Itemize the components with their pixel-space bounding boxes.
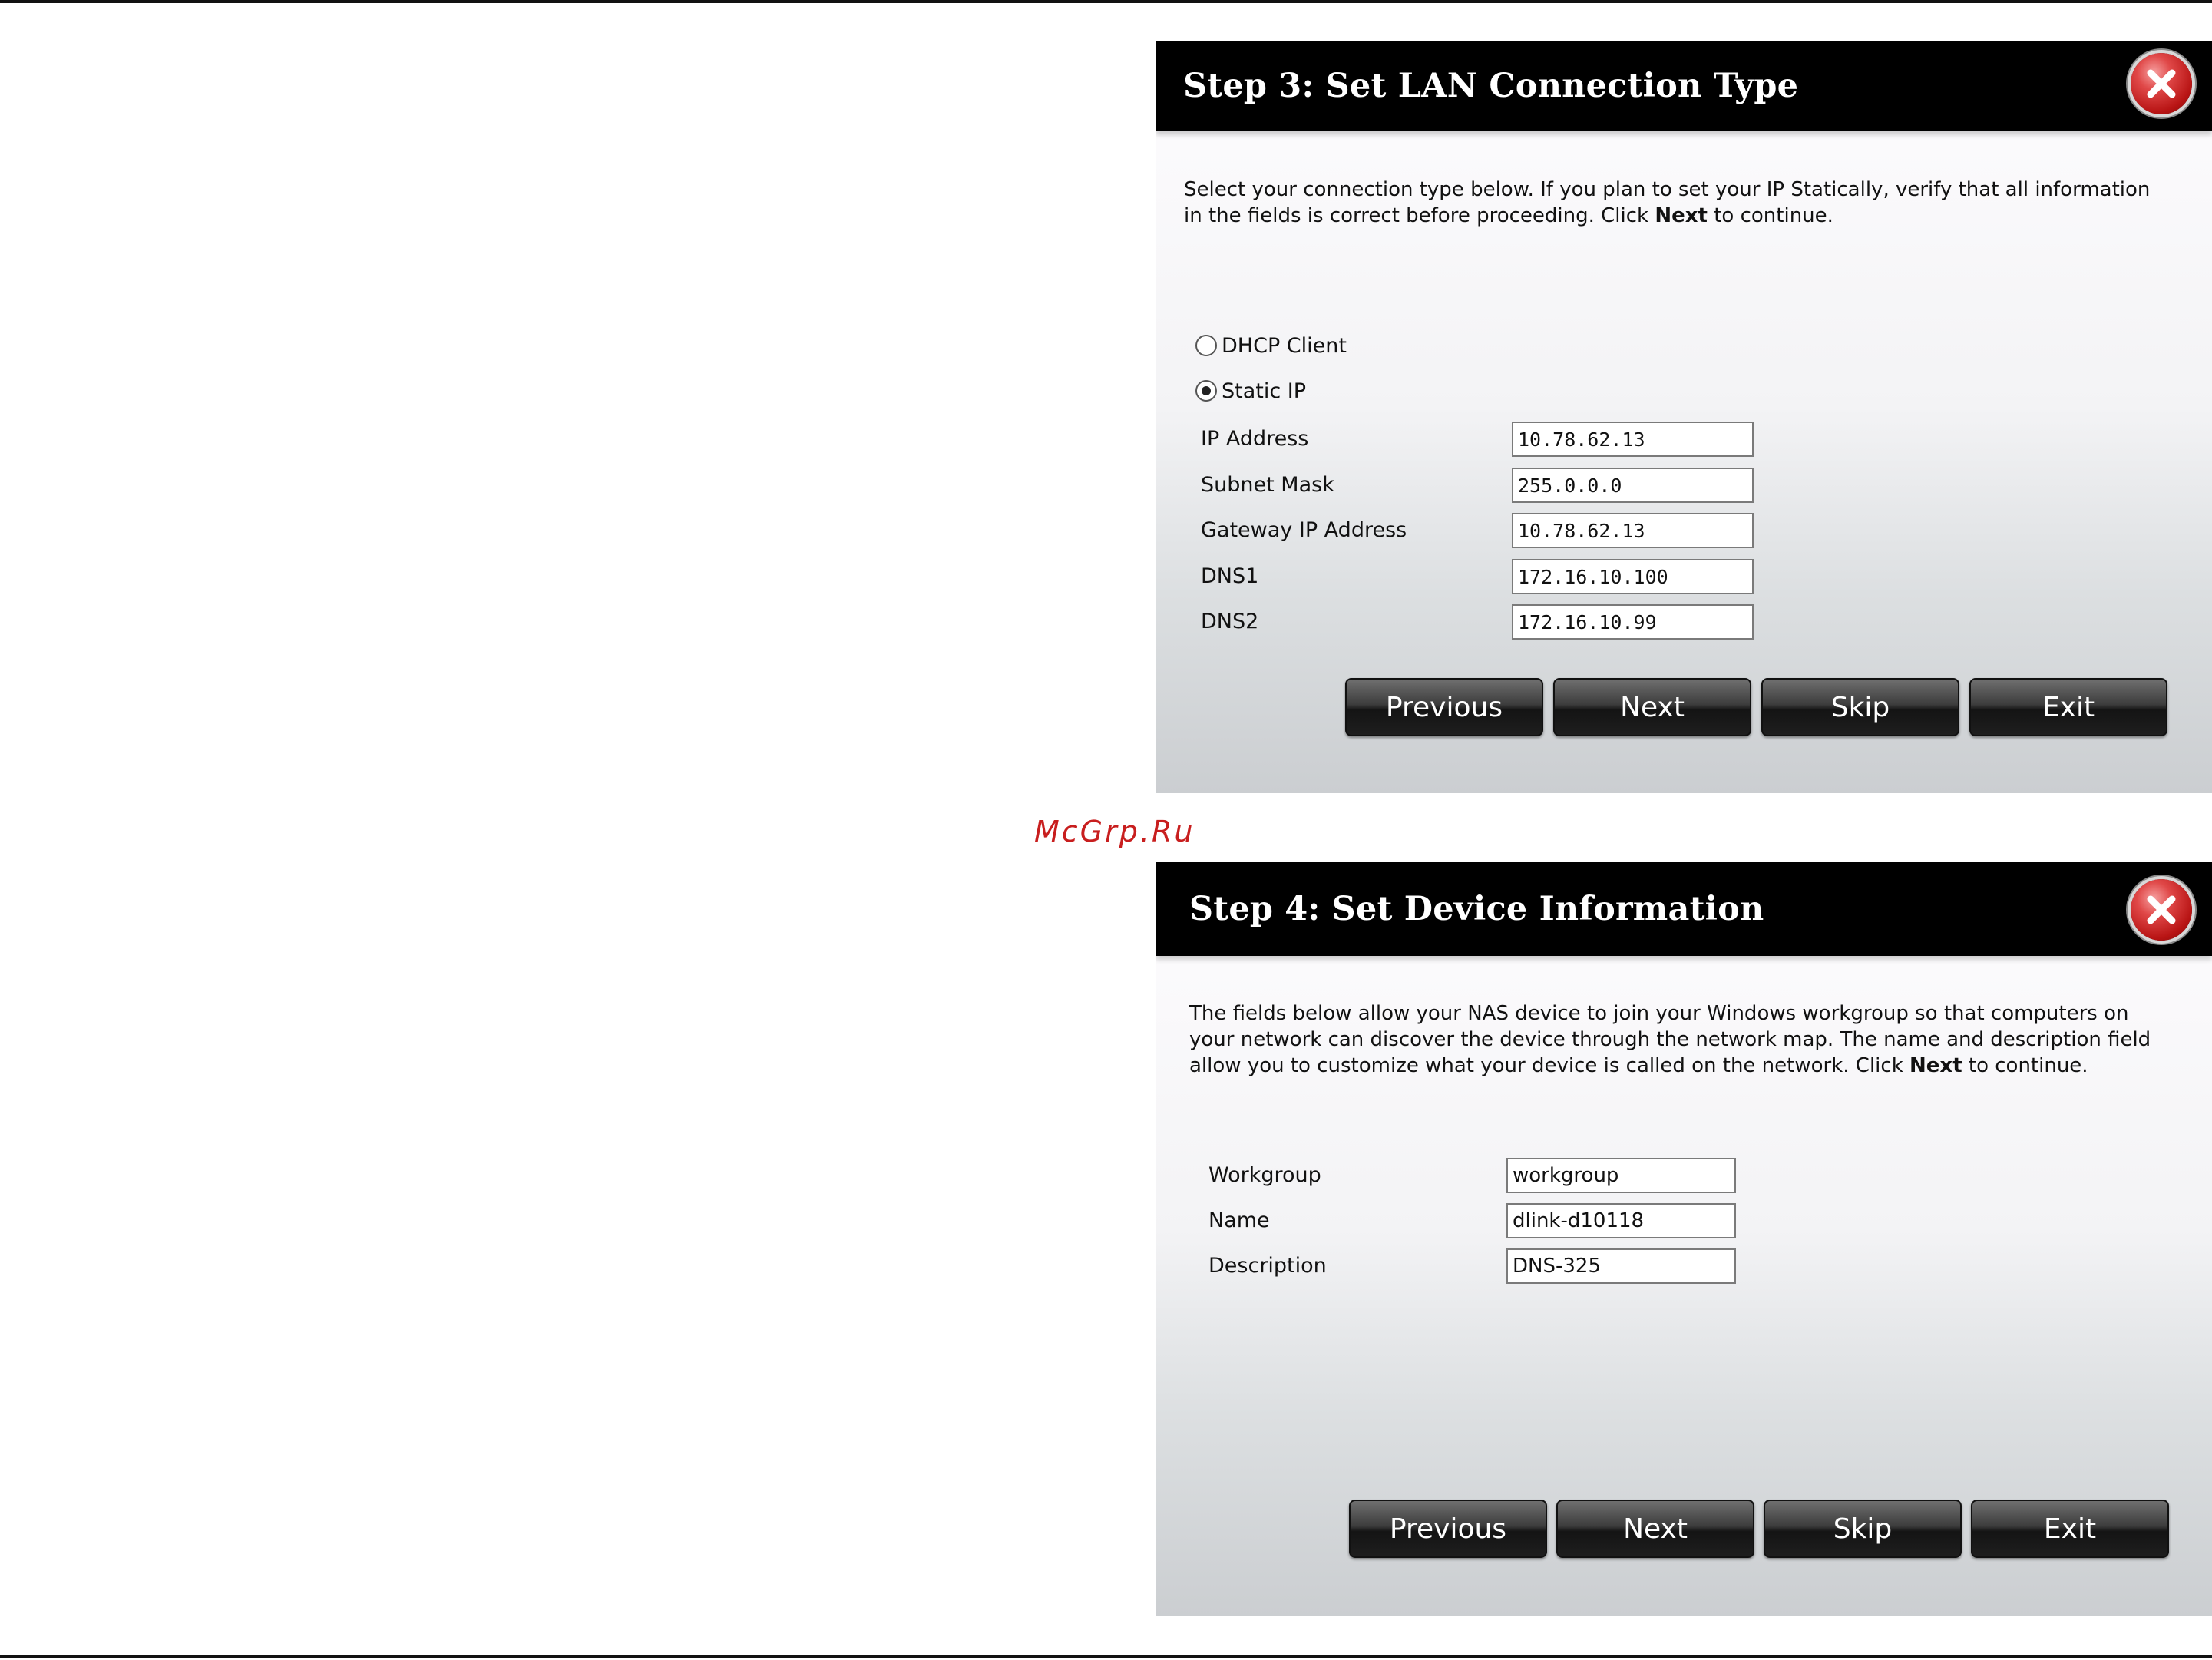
step4-skip-button[interactable]: Skip (1764, 1500, 1962, 1558)
step3-description-next: Next (1655, 204, 1708, 227)
step4-previous-button[interactable]: Previous (1349, 1500, 1547, 1558)
step3-exit-button[interactable]: Exit (1969, 678, 2167, 736)
static-ip-label: Static IP (1222, 379, 1307, 403)
watermark-text: McGrp.Ru (1034, 815, 1195, 848)
step3-dialog: Step 3: Set LAN Connection Type Select y… (1156, 41, 2212, 793)
ip-address-input[interactable] (1512, 422, 1754, 457)
step3-description: Select your connection type below. If yo… (1184, 177, 2174, 229)
step4-description-next: Next (1909, 1054, 1962, 1077)
dns1-label: DNS1 (1201, 564, 1259, 588)
step4-exit-button[interactable]: Exit (1971, 1500, 2169, 1558)
dhcp-client-radio[interactable] (1195, 335, 1217, 356)
step3-skip-button[interactable]: Skip (1761, 678, 1959, 736)
description-label: Description (1208, 1254, 1327, 1278)
ip-address-label: IP Address (1201, 427, 1309, 451)
dns2-input[interactable] (1512, 604, 1754, 640)
name-label: Name (1208, 1209, 1270, 1232)
dhcp-client-label: DHCP Client (1222, 333, 1347, 358)
top-rule (0, 0, 2212, 3)
step4-description: The fields below allow your NAS device t… (1189, 1000, 2180, 1079)
step4-description-tail: to continue. (1962, 1054, 2088, 1077)
workgroup-input[interactable] (1506, 1158, 1736, 1193)
dns2-label: DNS2 (1201, 610, 1259, 633)
step4-next-button[interactable]: Next (1556, 1500, 1754, 1558)
close-icon (2147, 895, 2176, 924)
step3-next-button[interactable]: Next (1553, 678, 1751, 736)
step4-dialog: Step 4: Set Device Information The field… (1156, 862, 2212, 1616)
workgroup-label: Workgroup (1208, 1163, 1321, 1187)
step4-close-button[interactable] (2131, 879, 2192, 941)
bottom-rule (0, 1655, 2212, 1658)
description-input[interactable] (1506, 1248, 1736, 1284)
gateway-ip-input[interactable] (1512, 513, 1754, 548)
step3-previous-button[interactable]: Previous (1345, 678, 1543, 736)
name-input[interactable] (1506, 1203, 1736, 1238)
step4-title-bar: Step 4: Set Device Information (1156, 862, 2212, 956)
dns1-input[interactable] (1512, 559, 1754, 594)
close-icon (2147, 69, 2176, 98)
gateway-ip-label: Gateway IP Address (1201, 518, 1407, 542)
step3-description-tail: to continue. (1707, 204, 1833, 227)
step3-close-button[interactable] (2131, 53, 2192, 114)
step4-title: Step 4: Set Device Information (1189, 890, 1764, 928)
static-ip-radio[interactable] (1195, 380, 1217, 402)
subnet-mask-label: Subnet Mask (1201, 473, 1334, 497)
step3-title: Step 3: Set LAN Connection Type (1183, 67, 1799, 105)
step3-title-bar: Step 3: Set LAN Connection Type (1156, 41, 2212, 131)
subnet-mask-input[interactable] (1512, 468, 1754, 503)
static-ip-option[interactable]: Static IP (1195, 375, 1306, 406)
dhcp-client-option[interactable]: DHCP Client (1195, 330, 1347, 361)
